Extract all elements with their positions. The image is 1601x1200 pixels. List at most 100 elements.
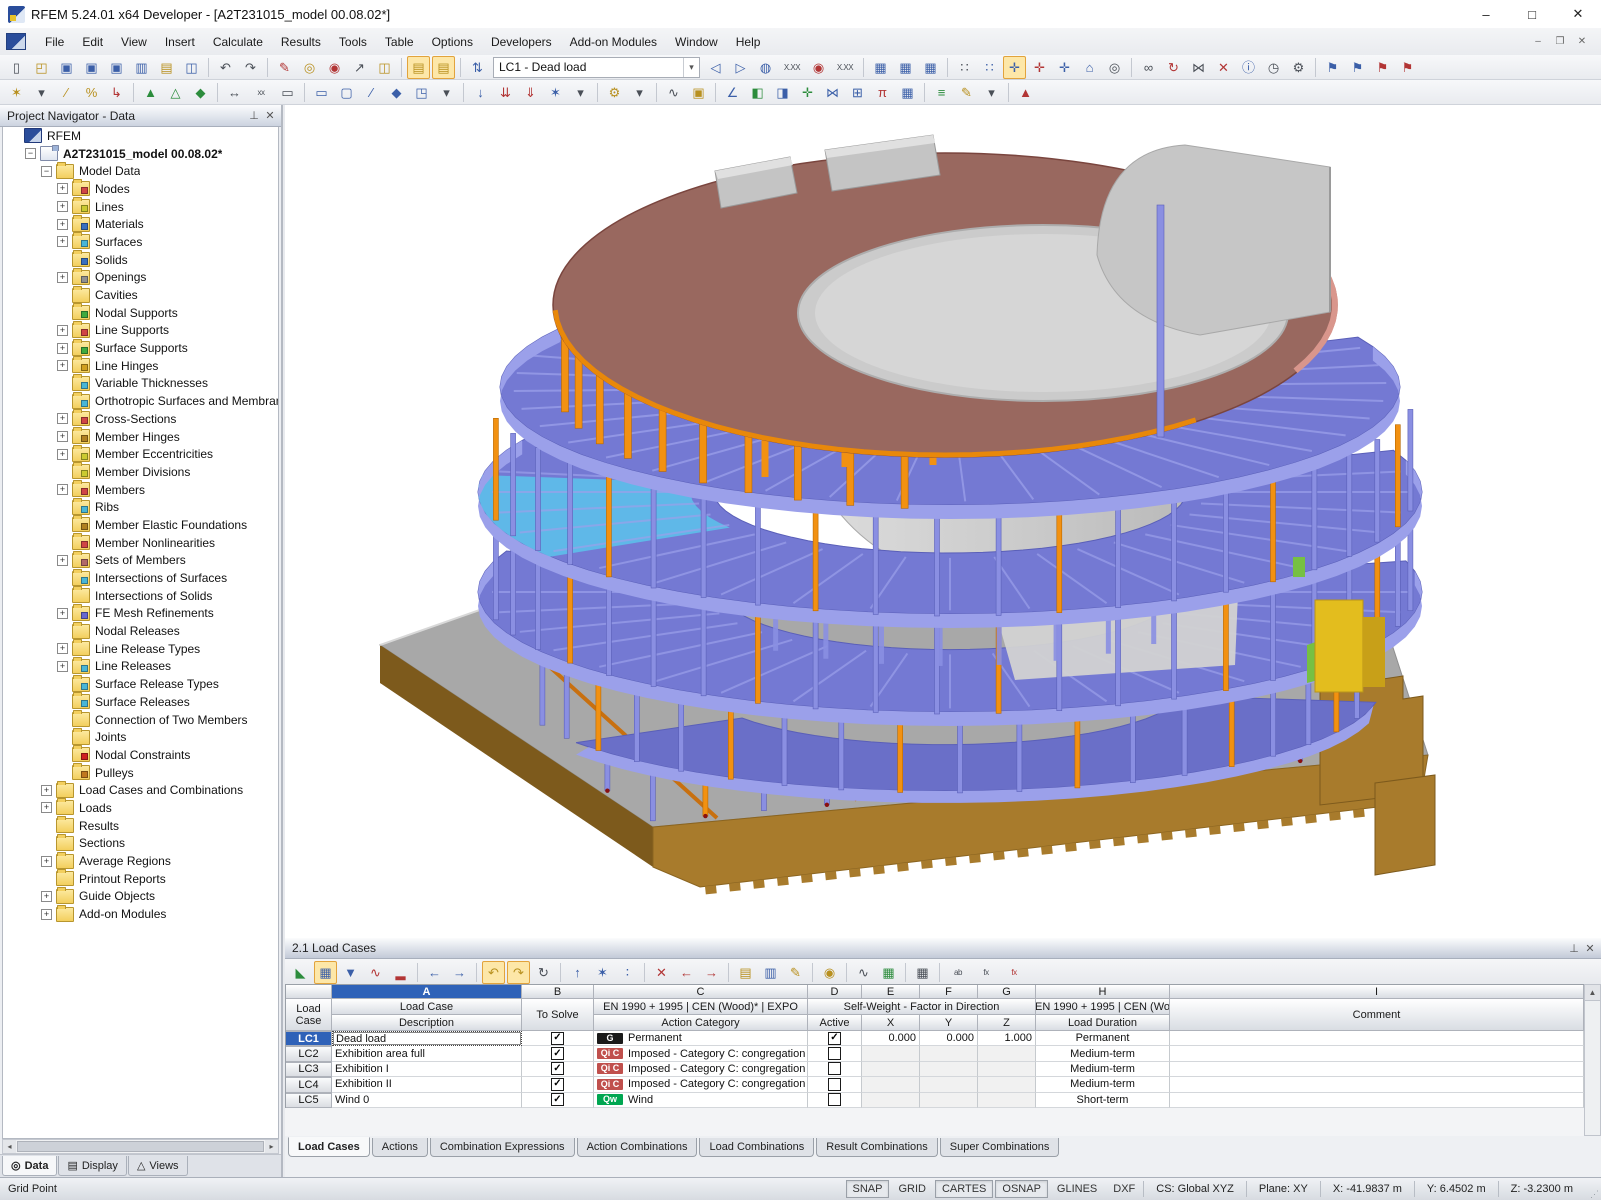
expand-icon[interactable]: + bbox=[57, 484, 68, 496]
menu-developers[interactable]: Developers bbox=[482, 31, 561, 53]
render-surface-icon[interactable]: ◧ bbox=[746, 81, 769, 104]
load-case-combobox[interactable]: LC1 - Dead load ▾ bbox=[493, 56, 700, 78]
cell-y-LC3[interactable] bbox=[920, 1061, 978, 1078]
cell-y-LC2[interactable] bbox=[920, 1046, 978, 1062]
cell-active-LC2[interactable] bbox=[808, 1046, 862, 1062]
surface-support-icon[interactable]: ◆ bbox=[189, 81, 212, 104]
tree-item-solids[interactable]: Solids bbox=[3, 250, 278, 269]
fe-mesh-icon[interactable]: ∷ bbox=[953, 56, 976, 79]
print-preview-icon[interactable]: ◫ bbox=[180, 56, 203, 79]
panel-3-icon[interactable]: ▦ bbox=[919, 56, 942, 79]
tree-item-surface-release-types[interactable]: Surface Release Types bbox=[3, 674, 278, 693]
tree-item-cross-sections[interactable]: + Cross-Sections bbox=[3, 409, 278, 428]
dimension-xx-icon[interactable]: xx bbox=[248, 81, 274, 104]
work-plane-icon[interactable]: ⌂ bbox=[1078, 56, 1101, 79]
chevron-down-icon[interactable]: ▾ bbox=[683, 57, 699, 77]
view-sheets-icon[interactable]: ▥ bbox=[759, 961, 782, 984]
move-arrows-icon[interactable]: ✛ bbox=[796, 81, 819, 104]
edit-mode-icon[interactable]: ✎ bbox=[273, 56, 296, 79]
mdi-restore-icon[interactable]: ❐ bbox=[1549, 34, 1571, 50]
section-icon[interactable]: π bbox=[871, 81, 894, 104]
cell-description-LC5[interactable]: Wind 0 bbox=[332, 1092, 522, 1108]
next-loadcase-icon[interactable]: ▷ bbox=[729, 56, 752, 79]
tree-item-members[interactable]: + Members bbox=[3, 480, 278, 499]
menu-add-on-modules[interactable]: Add-on Modules bbox=[561, 31, 666, 53]
export-load-1-icon[interactable]: ⚑ bbox=[1371, 56, 1394, 79]
guide-line-icon[interactable]: ∿ bbox=[662, 81, 685, 104]
cell-z-LC5[interactable] bbox=[978, 1092, 1036, 1108]
cell-y-LC5[interactable] bbox=[920, 1092, 978, 1108]
zoom-window-icon[interactable]: ◎ bbox=[298, 56, 321, 79]
zoom-point-icon[interactable]: ◉ bbox=[323, 56, 346, 79]
cell-to-solve-LC5[interactable]: ✓ bbox=[522, 1092, 594, 1108]
expand-icon[interactable]: + bbox=[57, 431, 68, 443]
move-snap-icon[interactable]: ✛ bbox=[1003, 55, 1026, 79]
tree-item-joints[interactable]: Joints bbox=[3, 727, 278, 746]
clear-table-icon[interactable]: ✕ bbox=[650, 961, 673, 984]
menu-edit[interactable]: Edit bbox=[73, 31, 112, 53]
tree-item-line-releases[interactable]: + Line Releases bbox=[3, 656, 278, 676]
edit-comment-icon[interactable]: ✎ bbox=[784, 961, 807, 984]
expand-icon[interactable]: + bbox=[57, 607, 68, 619]
tree-item-cavities[interactable]: Cavities bbox=[3, 285, 278, 304]
expand-icon[interactable]: + bbox=[41, 890, 52, 902]
collapse-icon[interactable]: − bbox=[25, 148, 36, 160]
move-object-icon[interactable]: ✛ bbox=[1053, 56, 1076, 79]
status-cs[interactable]: CS: Global XYZ bbox=[1143, 1181, 1246, 1197]
status-toggle-snap[interactable]: SNAP bbox=[845, 1180, 890, 1198]
save-icon[interactable]: ▣ bbox=[55, 56, 78, 79]
tree-item-surface-releases[interactable]: Surface Releases bbox=[3, 692, 278, 711]
col-prev-icon[interactable]: ← bbox=[423, 961, 446, 984]
loadcase-jump-icon[interactable]: ⇅ bbox=[466, 56, 489, 79]
tree-item-loads[interactable]: + Loads bbox=[3, 798, 278, 817]
row-header-LC4[interactable]: LC4 bbox=[286, 1077, 332, 1093]
tree-item-model-data[interactable]: − Model Data bbox=[3, 161, 278, 180]
row-header-LC3[interactable]: LC3 bbox=[286, 1061, 332, 1078]
expand-icon[interactable]: + bbox=[57, 183, 68, 195]
tree-item-nodal-supports[interactable]: Nodal Supports bbox=[3, 303, 278, 322]
menu-calculate[interactable]: Calculate bbox=[204, 31, 272, 53]
expand-icon[interactable]: + bbox=[41, 908, 52, 920]
tree-item-printout-reports[interactable]: Printout Reports bbox=[3, 869, 278, 888]
undo-table-icon[interactable]: ↶ bbox=[482, 960, 505, 984]
expand-icon[interactable]: + bbox=[41, 802, 52, 814]
cell-active-LC1[interactable]: ✓ bbox=[808, 1031, 862, 1047]
table-tab-result-combinations[interactable]: Result Combinations bbox=[816, 1138, 938, 1157]
show-loads-icon[interactable]: ◍ bbox=[754, 56, 777, 79]
info-icon[interactable]: ⓘ bbox=[1237, 56, 1260, 79]
menu-options[interactable]: Options bbox=[423, 31, 482, 53]
measure-icon[interactable]: ∠ bbox=[721, 81, 744, 104]
tree-item-rfem[interactable]: RFEM bbox=[3, 127, 278, 145]
spell-check-icon[interactable]: ab bbox=[945, 961, 971, 984]
checkbox-checked[interactable]: ✓ bbox=[828, 1031, 841, 1045]
tree-item-line-supports[interactable]: + Line Supports bbox=[3, 320, 278, 340]
cell-to-solve-LC4[interactable]: ✓ bbox=[522, 1077, 594, 1093]
redo-table-icon[interactable]: ↷ bbox=[507, 960, 530, 984]
render-solid-icon[interactable]: ◨ bbox=[771, 81, 794, 104]
status-toggle-glines[interactable]: GLINES bbox=[1050, 1180, 1104, 1198]
model-3d-viewport[interactable] bbox=[285, 105, 1601, 939]
row-header-LC2[interactable]: LC2 bbox=[286, 1046, 332, 1062]
copy-object-icon[interactable]: ◳ bbox=[410, 81, 433, 104]
expand-icon[interactable]: + bbox=[57, 413, 68, 425]
prev-loadcase-icon[interactable]: ◁ bbox=[704, 56, 727, 79]
tree-item-member-hinges[interactable]: + Member Hinges bbox=[3, 427, 278, 446]
history-icon[interactable]: ◷ bbox=[1262, 56, 1285, 79]
column-letter-D[interactable]: D bbox=[808, 985, 862, 999]
tree-item-surface-supports[interactable]: + Surface Supports bbox=[3, 338, 278, 357]
new-surface-icon[interactable]: ▭ bbox=[310, 81, 333, 104]
status-toggle-cartes[interactable]: CARTES bbox=[934, 1180, 994, 1198]
fe-mesh-settings-icon[interactable]: ∷ bbox=[978, 56, 1001, 79]
column-letter-E[interactable]: E bbox=[862, 985, 920, 999]
open-file-icon[interactable]: ◰ bbox=[30, 56, 53, 79]
delete-row-icon[interactable]: ← bbox=[675, 961, 698, 984]
checkbox-checked[interactable]: ✓ bbox=[551, 1093, 564, 1107]
column-letter-F[interactable]: F bbox=[920, 985, 978, 999]
tree-item-add-on-modules[interactable]: + Add-on Modules bbox=[3, 904, 278, 923]
new-member-icon[interactable]: ∕ bbox=[360, 81, 383, 104]
tree-item-nodes[interactable]: + Nodes bbox=[3, 179, 278, 198]
tree-item-ribs[interactable]: Ribs bbox=[3, 497, 278, 516]
tree-item-intersections-of-surfaces[interactable]: Intersections of Surfaces bbox=[3, 568, 278, 587]
new-solid-icon[interactable]: ◆ bbox=[385, 81, 408, 104]
color-scale-icon[interactable]: ▲ bbox=[1014, 81, 1037, 104]
